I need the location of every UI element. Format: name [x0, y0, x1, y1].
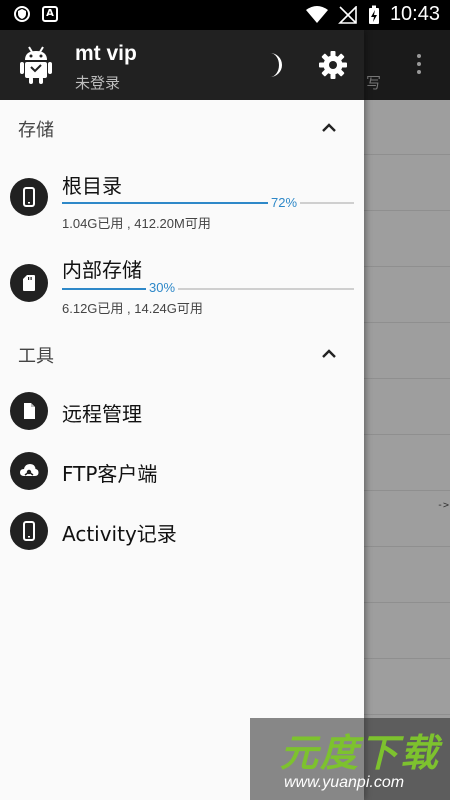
chevron-up-icon[interactable] — [318, 117, 340, 139]
storage-section-title: 存储 — [18, 120, 54, 141]
status-left-icons: A — [14, 6, 58, 22]
phone-icon — [10, 512, 48, 550]
chevron-up-icon[interactable] — [318, 343, 340, 365]
wifi-icon — [305, 5, 328, 23]
storage-item-label: 内部存储 — [62, 258, 142, 282]
text-a-icon: A — [42, 6, 58, 22]
account-name: mt vip — [75, 42, 137, 65]
settings-gear-icon[interactable] — [318, 50, 348, 80]
background-row — [364, 154, 450, 155]
storage-usage-bar — [62, 202, 354, 204]
phone-icon — [10, 178, 48, 216]
watermark-title: 元度下载 — [280, 731, 441, 775]
background-arrow: -> — [437, 500, 450, 511]
sd-card-icon — [10, 264, 48, 302]
background-row — [364, 602, 450, 603]
background-row — [364, 490, 450, 491]
background-row — [364, 714, 450, 715]
night-mode-icon[interactable] — [258, 50, 288, 80]
storage-usage-percent: 72% — [268, 195, 301, 210]
clock: 10:43 — [389, 3, 440, 25]
drawer-header: mt vip 未登录 — [0, 30, 364, 100]
tool-item-remote-management[interactable]: 远程管理 — [0, 392, 364, 440]
storage-usage-percent: 30% — [146, 280, 179, 295]
login-status[interactable]: 未登录 — [75, 72, 120, 93]
tool-item-label: FTP客户端 — [62, 462, 158, 486]
android-icon[interactable] — [20, 46, 52, 84]
watermark-url: www.yuanpi.com — [284, 774, 405, 791]
background-row — [364, 210, 450, 211]
watermark-logo: 元度下载 www.yuanpi.com — [250, 718, 450, 800]
storage-item-label: 根目录 — [62, 174, 122, 198]
status-bar: A 10:43 — [0, 0, 450, 30]
background-row — [364, 378, 450, 379]
background-row — [364, 546, 450, 547]
status-right-icons: 10:43 — [305, 3, 440, 26]
background-row — [364, 434, 450, 435]
storage-usage-bar — [62, 288, 354, 290]
file-icon — [10, 392, 48, 430]
cloud-icon — [10, 452, 48, 490]
tool-item-label: Activity记录 — [62, 522, 177, 546]
background-row — [364, 658, 450, 659]
shield-icon — [14, 6, 30, 22]
tool-item-ftp-client[interactable]: FTP客户端 — [0, 452, 364, 500]
battery-charging-icon — [368, 5, 379, 24]
tool-item-activity-log[interactable]: Activity记录 — [0, 512, 364, 560]
storage-usage-detail: 6.12G已用 , 14.24G可用 — [62, 301, 203, 316]
tool-item-label: 远程管理 — [62, 402, 142, 426]
overflow-menu-icon — [414, 54, 424, 78]
no-signal-icon — [338, 5, 357, 24]
storage-usage-fill — [62, 288, 150, 290]
storage-item-internal[interactable]: 内部存储 30% 6.12G已用 , 14.24G可用 — [0, 254, 364, 318]
tools-section-title: 工具 — [18, 346, 54, 367]
storage-usage-detail: 1.04G已用 , 412.20M可用 — [62, 216, 211, 231]
background-row — [364, 266, 450, 267]
background-toolbar-label: 写 — [366, 74, 382, 92]
storage-item-root[interactable]: 根目录 72% 1.04G已用 , 412.20M可用 — [0, 170, 364, 234]
storage-usage-fill — [62, 202, 273, 204]
background-row — [364, 322, 450, 323]
navigation-drawer: mt vip 未登录 存储 根目录 72% 1.04G已用 , 412.20M可… — [0, 30, 364, 800]
